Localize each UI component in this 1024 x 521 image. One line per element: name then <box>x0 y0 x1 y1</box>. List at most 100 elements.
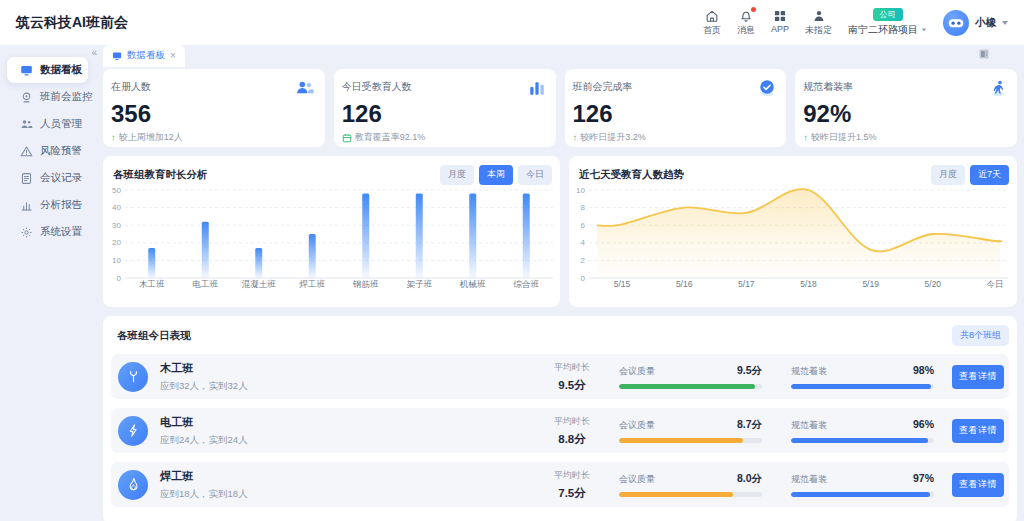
duration-metric: 平均时长8.8分 <box>550 415 594 447</box>
chart-btn-月度[interactable]: 月度 <box>931 165 965 185</box>
bar-架子班 <box>416 194 423 278</box>
record-icon <box>20 172 33 185</box>
chart-btn-本周[interactable]: 本周 <box>479 165 513 185</box>
bar-机械班 <box>469 194 476 278</box>
alert-icon <box>20 145 33 158</box>
svg-text:综合班: 综合班 <box>514 279 540 289</box>
sidebar-item-1[interactable]: 班前会监控 <box>7 84 88 110</box>
org-selector[interactable]: 公司 南宁二环路项目 <box>848 8 927 37</box>
svg-text:焊工班: 焊工班 <box>299 279 326 289</box>
sidebar-item-3[interactable]: 风险预警 <box>7 138 88 164</box>
sidebar-item-label: 分析报告 <box>40 198 82 212</box>
svg-text:10: 10 <box>112 256 121 265</box>
org-name: 南宁二环路项目 <box>848 23 918 37</box>
view-details-button[interactable]: 查看详情 <box>952 365 1004 389</box>
svg-text:5/15: 5/15 <box>614 279 631 289</box>
stat-card-2: 班前会完成率126↑较昨日提升3.2% <box>565 69 787 147</box>
dashboard-icon <box>20 64 33 77</box>
tab-数据看板[interactable]: 数据看板 × <box>103 45 185 67</box>
nav-label: 未指定 <box>805 24 832 37</box>
svg-text:6: 6 <box>581 221 586 230</box>
quality-metric: 会议质量8.0分 <box>619 472 762 497</box>
teams-count-badge[interactable]: 共8个班组 <box>952 325 1009 346</box>
bar-综合班 <box>523 194 530 278</box>
team-name: 电工班 <box>160 415 248 430</box>
user-menu[interactable]: 小橡 <box>943 10 1008 36</box>
settings-icon <box>20 226 33 239</box>
person-icon <box>812 8 826 23</box>
line-chart: 02468105/155/165/175/185/195/20今日 <box>569 185 1016 290</box>
team-row-2: 焊工班应到18人，实到18人平均时长7.5分会议质量8.0分规范着装97%查看详… <box>111 462 1009 507</box>
barchart-stat-icon <box>528 79 546 97</box>
stat-value: 92% <box>803 102 1007 126</box>
duration-metric: 平均时长9.5分 <box>550 361 594 393</box>
sidebar-item-label: 数据看板 <box>40 63 82 77</box>
svg-text:40: 40 <box>112 203 121 212</box>
sidebar-item-5[interactable]: 分析报告 <box>7 192 88 218</box>
stats-row: 在册人数356↑较上周增加12人今日受教育人数126教育覆盖率92.1%班前会完… <box>103 69 1017 147</box>
stat-value: 126 <box>342 102 546 126</box>
view-details-button[interactable]: 查看详情 <box>952 419 1004 443</box>
dress-bar <box>791 438 934 443</box>
tab-close-icon[interactable]: × <box>170 50 176 61</box>
dashboard-icon <box>112 51 122 61</box>
sidebar-item-0[interactable]: 数据看板 <box>7 57 88 83</box>
stat-label: 班前会完成率 <box>573 79 633 94</box>
sidebar-item-2[interactable]: 人员管理 <box>7 111 88 137</box>
svg-text:5/19: 5/19 <box>862 279 879 289</box>
sidebar-item-6[interactable]: 系统设置 <box>7 219 88 245</box>
nav-apps[interactable]: APP <box>771 8 789 37</box>
sidebar-item-label: 风险预警 <box>40 144 82 158</box>
stat-label: 在册人数 <box>111 79 151 94</box>
nav-home[interactable]: 首页 <box>703 8 721 37</box>
stat-sub: ↑较昨日提升3.2% <box>573 131 777 144</box>
chart-btn-月度[interactable]: 月度 <box>440 165 474 185</box>
nav-messages[interactable]: 消息 <box>737 8 755 37</box>
line-chart-title: 近七天受教育人数趋势 <box>579 168 684 182</box>
monitor-cam-icon <box>20 91 33 104</box>
stat-card-1: 今日受教育人数126教育覆盖率92.1% <box>334 69 556 147</box>
chart-btn-近7天[interactable]: 近7天 <box>970 165 1009 185</box>
stat-sub: 教育覆盖率92.1% <box>342 131 546 144</box>
stat-label: 规范着装率 <box>803 79 853 94</box>
team-attendance: 应到32人，实到32人 <box>160 380 248 393</box>
sidebar-item-label: 班前会监控 <box>40 90 93 104</box>
bar-chart-title: 各班组教育时长分析 <box>113 168 208 182</box>
tab-label: 数据看板 <box>127 49 165 62</box>
org-tag: 公司 <box>873 8 903 21</box>
duration-value: 9.5分 <box>550 378 594 393</box>
quality-metric: 会议质量8.7分 <box>619 418 762 443</box>
svg-text:0: 0 <box>581 274 586 283</box>
sidebar-collapse-icon[interactable]: « <box>91 47 97 58</box>
app-header: 筑云科技AI班前会 首页消息 APP 未指定 公司 南宁二环路项目 小橡 <box>0 0 1024 45</box>
dress-bar <box>791 492 934 497</box>
wrench-icon <box>118 362 148 392</box>
chevron-down-icon <box>922 29 926 32</box>
duration-metric: 平均时长7.5分 <box>550 469 594 501</box>
team-attendance: 应到18人，实到18人 <box>160 488 248 501</box>
svg-text:混凝土班: 混凝土班 <box>242 279 277 289</box>
teams-panel: 各班组今日表现 共8个班组 木工班应到32人，实到32人平均时长9.5分会议质量… <box>103 316 1017 521</box>
charts-row: 各班组教育时长分析月度本周今日01020304050木工班电工班混凝土班焊工班钢… <box>103 156 1017 307</box>
arrow-up-icon: ↑ <box>803 132 808 143</box>
tab-options-icon[interactable] <box>978 46 990 67</box>
sidebar-item-label: 会议记录 <box>40 171 82 185</box>
sidebar-item-4[interactable]: 会议记录 <box>7 165 88 191</box>
header-right: 首页消息 APP 未指定 公司 南宁二环路项目 小橡 <box>703 8 1008 37</box>
notification-dot <box>751 7 756 12</box>
line-chart-card: 近七天受教育人数趋势月度近7天02468105/155/165/175/185/… <box>569 156 1017 307</box>
dress-metric: 规范着装97% <box>791 472 934 497</box>
arrow-up-icon: ↑ <box>573 132 578 143</box>
app-title: 筑云科技AI班前会 <box>16 14 128 32</box>
svg-text:5/17: 5/17 <box>738 279 755 289</box>
user-name: 小橡 <box>975 16 996 30</box>
svg-text:今日: 今日 <box>987 279 1004 289</box>
sidebar-item-label: 系统设置 <box>40 225 82 239</box>
quality-bar <box>619 492 762 497</box>
chart-btn-今日[interactable]: 今日 <box>518 165 552 185</box>
nav-unassigned[interactable]: 未指定 <box>805 8 832 37</box>
stat-sub: ↑较昨日提升1.5% <box>803 131 1007 144</box>
bar-chart-body: 01020304050木工班电工班混凝土班焊工班钢筋班架子班机械班综合班 <box>103 185 560 307</box>
bell-icon <box>739 8 753 23</box>
view-details-button[interactable]: 查看详情 <box>952 473 1004 497</box>
